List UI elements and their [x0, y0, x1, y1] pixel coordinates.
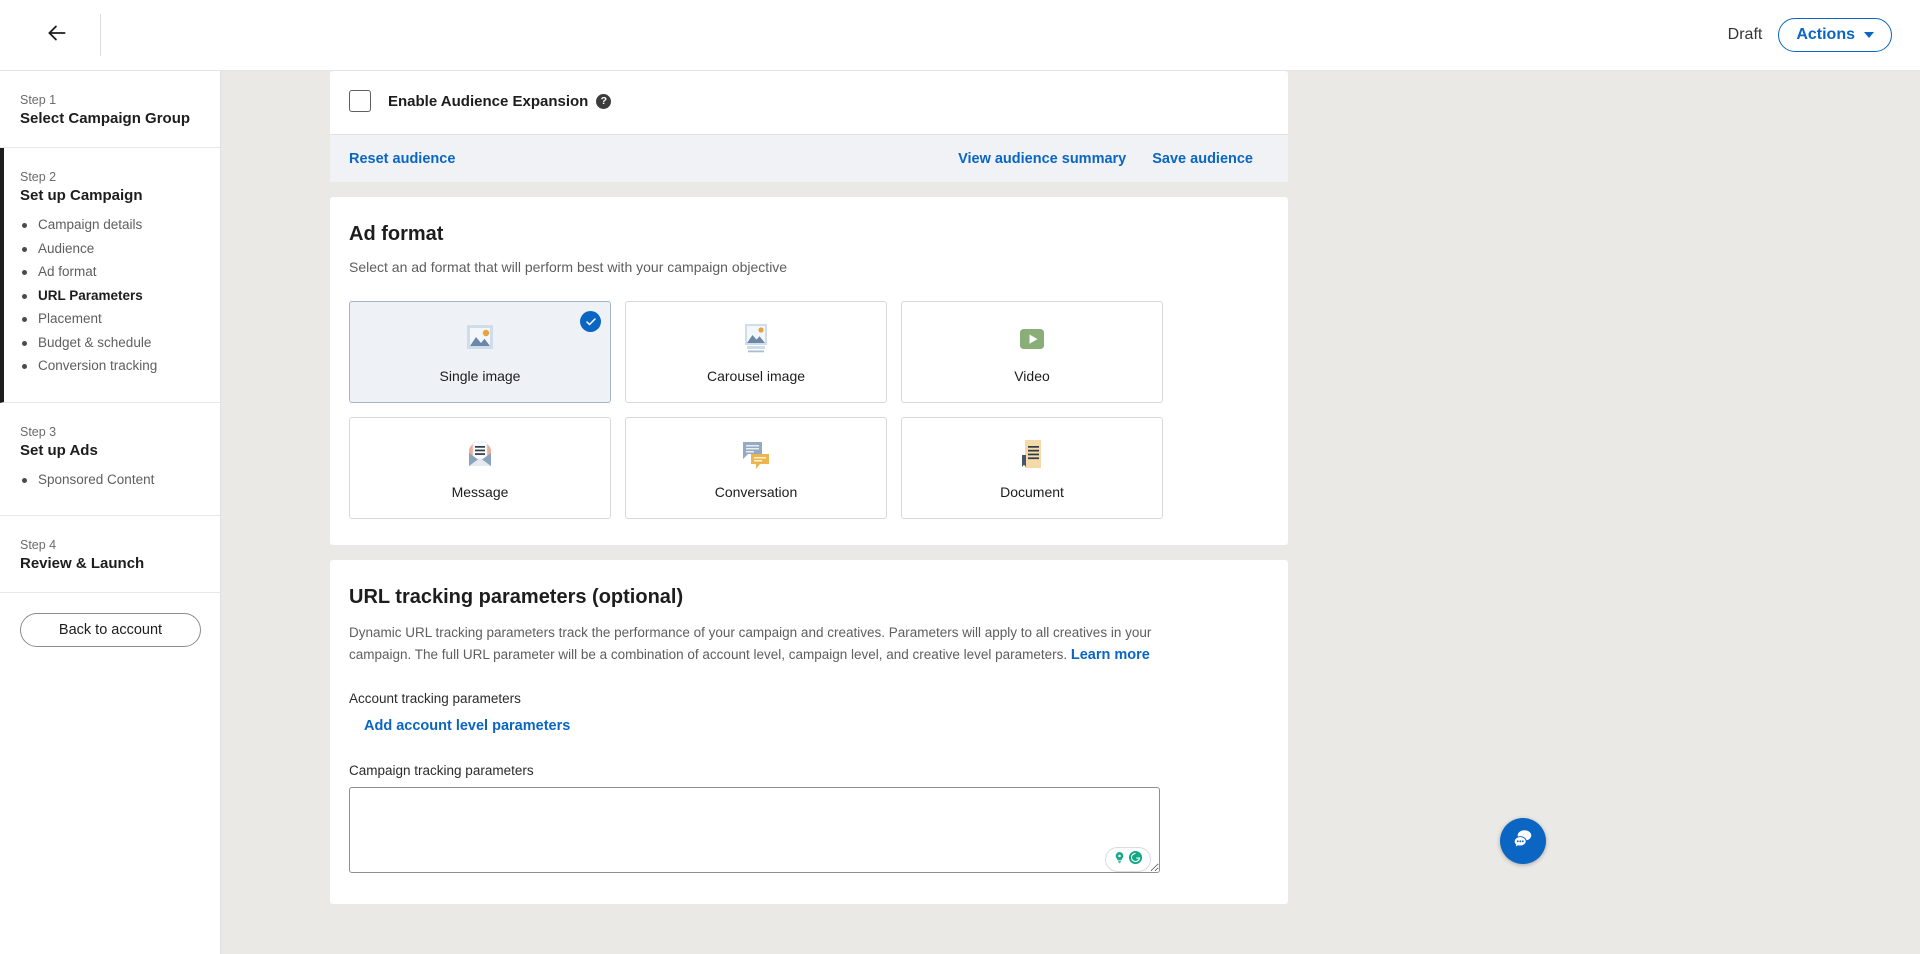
campaign-tracking-textarea[interactable]: [349, 787, 1160, 874]
back-button[interactable]: [33, 11, 81, 59]
ad-format-label: Conversation: [714, 484, 798, 500]
sidebar-footer: Back to account: [0, 593, 220, 667]
sidebar-item-campaign-details[interactable]: Campaign details: [20, 217, 220, 232]
step-title: Set up Campaign: [20, 187, 143, 204]
ad-format-card: Ad format Select an ad format that will …: [330, 197, 1288, 545]
ad-format-option-carousel-image[interactable]: Carousel image: [625, 301, 887, 403]
account-tracking-label: Account tracking parameters: [349, 691, 521, 707]
audience-action-bar: Reset audience View audience summary Sav…: [330, 134, 1288, 182]
ad-format-grid: Single image Carousel image Video Messag…: [349, 301, 1269, 519]
ad-format-option-conversation[interactable]: Conversation: [625, 417, 887, 519]
ad-format-option-single-image[interactable]: Single image: [349, 301, 611, 403]
learn-more-link[interactable]: Learn more: [1071, 647, 1150, 663]
top-bar-divider: [100, 14, 101, 56]
ad-format-label: Single image: [439, 368, 521, 384]
actions-button-label: Actions: [1796, 26, 1855, 43]
reset-audience-link[interactable]: Reset audience: [349, 151, 455, 167]
ad-format-label: Document: [1000, 484, 1064, 500]
envelope-icon: [460, 436, 500, 474]
video-play-icon: [1012, 320, 1052, 358]
ad-format-option-message[interactable]: Message: [349, 417, 611, 519]
question-mark-icon[interactable]: ?: [596, 93, 612, 109]
sidebar-item-placement[interactable]: Placement: [20, 311, 220, 326]
ad-format-subtitle: Select an ad format that will perform be…: [349, 259, 788, 275]
step-title: Review & Launch: [20, 555, 145, 572]
save-audience-link[interactable]: Save audience: [1152, 151, 1253, 167]
check-circle-icon: [580, 311, 601, 332]
ad-format-title: Ad format: [349, 223, 444, 245]
sidebar: Step 1 Select Campaign Group Step 2 Set …: [0, 71, 221, 954]
ad-format-option-video[interactable]: Video: [901, 301, 1163, 403]
chevron-down-icon: [1864, 32, 1874, 38]
audience-expansion-section: Enable Audience Expansion ?: [330, 71, 1288, 134]
campaign-tracking-label: Campaign tracking parameters: [349, 763, 534, 779]
chat-bubble-icon: [1511, 827, 1535, 856]
sidebar-step-1[interactable]: Step 1 Select Campaign Group: [0, 71, 220, 148]
url-tracking-description: Dynamic URL tracking parameters track th…: [349, 623, 1161, 666]
step-number: Step 2: [20, 170, 57, 184]
sidebar-step-3[interactable]: Step 3 Set up Ads Sponsored Content: [0, 403, 220, 516]
view-audience-summary-link[interactable]: View audience summary: [958, 151, 1126, 167]
ad-format-label: Carousel image: [706, 368, 806, 384]
top-bar-actions: Draft Actions: [1728, 18, 1892, 52]
sidebar-item-conversion-tracking[interactable]: Conversion tracking: [20, 358, 220, 373]
step-title: Set up Ads: [20, 441, 98, 459]
sidebar-item-ad-format[interactable]: Ad format: [20, 264, 220, 279]
sidebar-item-sponsored-content[interactable]: Sponsored Content: [20, 472, 220, 487]
lightbulb-icon[interactable]: [1113, 850, 1126, 870]
url-tracking-card: URL tracking parameters (optional) Dynam…: [330, 560, 1288, 905]
chat-support-button[interactable]: [1500, 818, 1546, 864]
chat-bubbles-icon: [736, 436, 776, 474]
document-icon: [1012, 436, 1052, 474]
sidebar-step-2-items: Campaign details Audience Ad format URL …: [20, 217, 220, 373]
main-content: Enable Audience Expansion ? Reset audien…: [221, 71, 1920, 954]
audience-right-links: View audience summary Save audience: [958, 151, 1253, 167]
sidebar-step-3-items: Sponsored Content: [20, 472, 220, 487]
single-image-icon: [460, 320, 500, 358]
enable-audience-expansion-text: Enable Audience Expansion: [388, 92, 589, 110]
audience-expansion-row: Enable Audience Expansion ?: [349, 90, 1269, 112]
carousel-image-icon: [736, 320, 776, 358]
sidebar-item-budget-schedule[interactable]: Budget & schedule: [20, 335, 220, 350]
add-account-level-parameters-link[interactable]: Add account level parameters: [364, 718, 570, 734]
step-number: Step 3: [20, 424, 57, 439]
content-column: Enable Audience Expansion ? Reset audien…: [330, 71, 1288, 905]
step-number: Step 1: [20, 93, 57, 107]
enable-audience-expansion-checkbox[interactable]: [349, 90, 371, 112]
ad-format-label: Video: [1014, 368, 1050, 384]
step-number: Step 4: [20, 538, 57, 552]
arrow-left-icon: [44, 20, 70, 51]
audience-card: Enable Audience Expansion ? Reset audien…: [330, 71, 1288, 182]
ad-format-label: Message: [451, 484, 509, 500]
enable-audience-expansion-label: Enable Audience Expansion ?: [388, 92, 612, 110]
back-to-account-button[interactable]: Back to account: [20, 613, 201, 647]
step-title: Select Campaign Group: [20, 110, 191, 127]
actions-button[interactable]: Actions: [1778, 18, 1892, 52]
campaign-tracking-input-wrap: [349, 787, 1160, 878]
grammarly-g-icon[interactable]: [1128, 850, 1143, 870]
sidebar-item-audience[interactable]: Audience: [20, 241, 220, 256]
sidebar-step-2[interactable]: Step 2 Set up Campaign Campaign details …: [0, 148, 220, 403]
sidebar-step-4[interactable]: Step 4 Review & Launch: [0, 516, 220, 593]
url-tracking-description-text: Dynamic URL tracking parameters track th…: [349, 625, 1152, 662]
sidebar-item-url-parameters[interactable]: URL Parameters: [20, 288, 220, 303]
ad-format-option-document[interactable]: Document: [901, 417, 1163, 519]
status-badge: Draft: [1727, 26, 1763, 43]
grammarly-widget[interactable]: [1105, 847, 1151, 873]
url-tracking-title: URL tracking parameters (optional): [349, 586, 684, 608]
top-bar: Draft Actions: [0, 0, 1920, 71]
